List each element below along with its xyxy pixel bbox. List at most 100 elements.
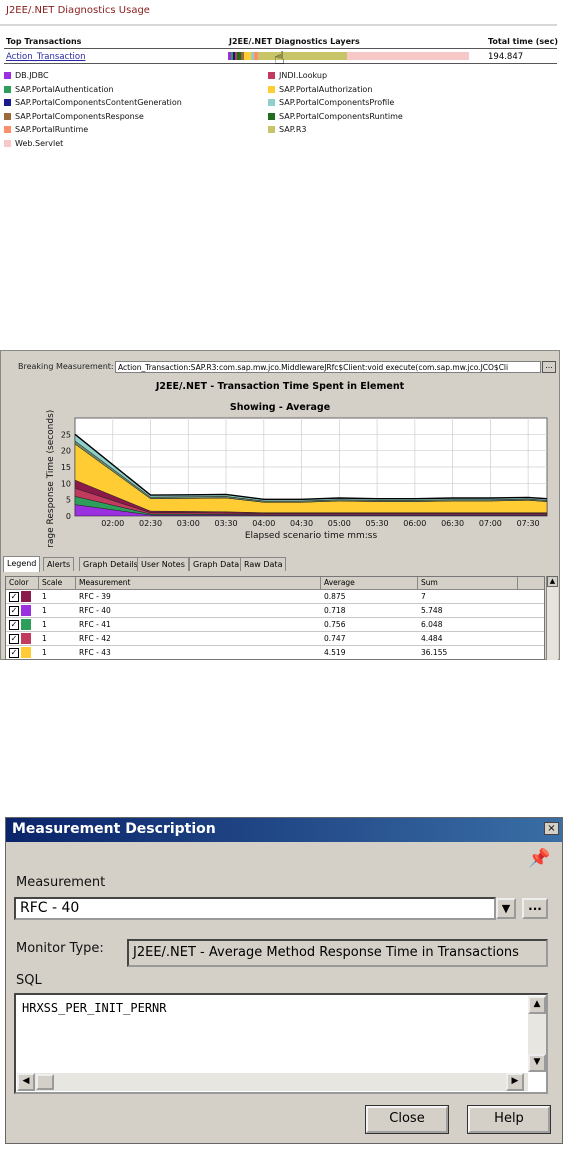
legend-swatch	[4, 139, 11, 147]
layer-bar-segment[interactable]	[243, 52, 252, 60]
legend-grid-scrollbar[interactable]: ▲	[546, 576, 558, 660]
header-top-transactions: Top Transactions	[6, 37, 82, 46]
layer-bar-segment[interactable]	[346, 52, 469, 60]
transaction-link[interactable]: Action_Transaction	[6, 52, 86, 62]
measurement-description-dialog	[5, 817, 563, 1144]
transaction-total-time: 194.847	[488, 52, 524, 62]
layer-legend-item: DB.JDBC	[4, 71, 49, 80]
hand-cursor-icon: ☝	[274, 48, 285, 69]
scroll-down-arrow-icon[interactable]: ▼	[528, 1054, 546, 1072]
legend-swatch	[4, 72, 11, 79]
series-color-swatch[interactable]	[21, 605, 31, 616]
x-tick-label: 07:00	[479, 519, 502, 528]
table-row[interactable]: ✓ 1 RFC - 39 0.875 7	[6, 590, 544, 604]
table-row[interactable]: ✓ 1 RFC - 42 0.747 4.484	[6, 632, 544, 646]
sql-text: HRXSS_PER_INIT_PERNR	[22, 1001, 167, 1015]
tab-graph-data[interactable]: Graph Data	[189, 557, 244, 571]
tab-raw-data[interactable]: Raw Data	[240, 557, 287, 571]
cell-scale: 1	[42, 606, 47, 615]
layer-breakdown-bar[interactable]	[228, 52, 469, 60]
layer-legend-item: JNDI.Lookup	[268, 71, 327, 80]
legend-swatch	[4, 126, 11, 133]
series-color-swatch[interactable]	[21, 619, 31, 630]
x-axis-label: Elapsed scenario time mm:ss	[245, 531, 378, 541]
cell-average: 0.718	[324, 606, 346, 615]
layer-bar-segment[interactable]	[257, 52, 347, 60]
series-color-swatch[interactable]	[21, 633, 31, 644]
legend-swatch	[4, 85, 11, 93]
layer-legend-item: Web.Servlet	[4, 139, 63, 148]
legend-label: Web.Servlet	[15, 138, 64, 148]
header-total-time: Total time (sec)	[488, 37, 558, 46]
cell-average: 0.875	[324, 592, 346, 601]
layer-legend-item: SAP.PortalAuthorization	[268, 85, 372, 94]
series-color-swatch[interactable]	[21, 591, 31, 602]
legend-grid-header: Color Scale Measurement Average Sum	[6, 577, 544, 590]
sql-horizontal-scrollbar[interactable]	[17, 1073, 528, 1091]
tab-graph-details[interactable]: Graph Details	[79, 557, 142, 571]
cell-average: 0.756	[324, 620, 346, 629]
table-row[interactable]: ✓ 1 RFC - 43 4.519 36.155	[6, 646, 544, 659]
legend-label: SAP.PortalRuntime	[15, 125, 89, 134]
visibility-checkbox[interactable]: ✓	[9, 634, 19, 644]
pin-icon[interactable]: 📌	[528, 848, 550, 869]
measurement-browse-button[interactable]: ...	[522, 898, 548, 919]
grid-header-average[interactable]: Average	[321, 577, 418, 589]
cell-measurement: RFC - 40	[79, 606, 111, 615]
series-color-swatch[interactable]	[21, 647, 31, 658]
cell-sum: 5.748	[421, 606, 443, 615]
breaking-measurement-label: Breaking Measurement:	[18, 362, 114, 371]
scroll-up-arrow-icon[interactable]: ▲	[528, 996, 546, 1014]
x-tick-label: 05:00	[328, 519, 351, 528]
layer-legend-item: SAP.PortalAuthentication	[4, 85, 114, 94]
sql-label: SQL	[16, 973, 42, 988]
legend-grid: Color Scale Measurement Average Sum ✓ 1 RFC - …	[5, 576, 545, 660]
scroll-left-arrow-icon[interactable]: ◀	[17, 1073, 35, 1091]
tab-alerts[interactable]: Alerts	[43, 557, 75, 571]
legend-swatch	[268, 99, 275, 106]
scroll-right-arrow-icon[interactable]: ▶	[506, 1073, 524, 1091]
x-tick-label: 05:30	[366, 519, 389, 528]
breaking-measurement-browse-button[interactable]: ...	[542, 361, 556, 373]
grid-header-color[interactable]: Color	[6, 577, 39, 589]
x-tick-label: 06:30	[441, 519, 464, 528]
layer-legend-item: SAP.PortalRuntime	[4, 125, 88, 134]
cell-sum: 4.484	[421, 634, 443, 643]
x-tick-label: 04:30	[290, 519, 313, 528]
scroll-up-arrow-icon[interactable]: ▲	[547, 576, 558, 587]
legend-label: SAP.PortalComponentsContentGeneration	[15, 98, 182, 107]
grid-header-sum[interactable]: Sum	[418, 577, 518, 589]
y-axis-label: Average Response Time (seconds)	[46, 410, 56, 548]
tab-legend[interactable]: Legend	[3, 556, 41, 572]
grid-header-scale[interactable]: Scale	[39, 577, 76, 589]
table-row[interactable]: ✓ 1 RFC - 40 0.718 5.748	[6, 604, 544, 618]
visibility-checkbox[interactable]: ✓	[9, 620, 19, 630]
measurement-label: Measurement	[16, 875, 106, 890]
y-tick-label: 0	[66, 512, 71, 521]
visibility-checkbox[interactable]: ✓	[9, 592, 19, 602]
title-divider	[0, 24, 557, 26]
legend-swatch	[268, 126, 275, 133]
legend-label: SAP.PortalComponentsProfile	[279, 98, 395, 107]
y-tick-label: 5	[66, 496, 71, 505]
cell-measurement: RFC - 42	[79, 634, 111, 643]
tab-user-notes[interactable]: User Notes	[137, 557, 189, 571]
close-icon[interactable]: ×	[544, 822, 559, 835]
close-button[interactable]: Close	[365, 1105, 449, 1134]
monitor-type-label: Monitor Type:	[16, 941, 104, 956]
cell-average: 4.519	[324, 648, 346, 657]
scroll-thumb[interactable]	[36, 1074, 54, 1090]
visibility-checkbox[interactable]: ✓	[9, 648, 19, 658]
chevron-down-icon[interactable]: ▼	[496, 898, 516, 919]
cell-scale: 1	[42, 648, 47, 657]
layer-legend-item: SAP.PortalComponentsRuntime	[268, 112, 403, 121]
table-row[interactable]: ✓ 1 RFC - 41 0.756 6.048	[6, 618, 544, 632]
area-chart[interactable]: 02:00 02:30 03:00 03:30 04:00 04:30 05:00 05:30…	[0, 408, 560, 548]
help-button[interactable]: Help	[467, 1105, 551, 1134]
breaking-measurement-field[interactable]: Action_Transaction:SAP.R3:com.sap.mw.jco…	[115, 361, 541, 373]
monitor-type-value: J2EE/.NET - Average Method Response Time…	[127, 939, 548, 967]
visibility-checkbox[interactable]: ✓	[9, 606, 19, 616]
grid-header-measurement[interactable]: Measurement	[76, 577, 321, 589]
legend-swatch	[268, 85, 275, 93]
measurement-select[interactable]: RFC - 40	[14, 897, 496, 920]
